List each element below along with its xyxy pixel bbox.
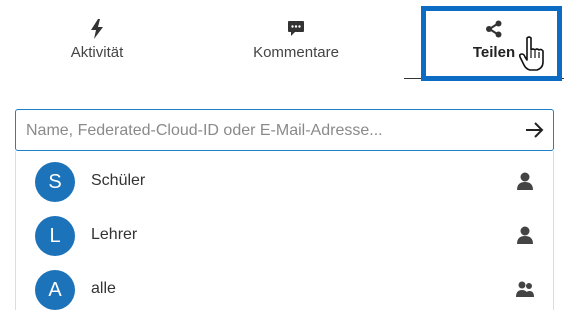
tab-activity[interactable]: Aktivität <box>57 18 137 61</box>
list-item-name: Lehrer <box>91 226 138 243</box>
group-icon <box>516 281 534 297</box>
list-item-name: alle <box>91 280 116 297</box>
share-search-field <box>15 109 554 152</box>
list-item[interactable]: S Schüler <box>16 154 553 208</box>
tab-comments[interactable]: Kommentare <box>237 18 355 61</box>
list-item[interactable]: L Lehrer <box>16 208 553 262</box>
lightning-icon <box>91 19 103 39</box>
tab-comments-label: Kommentare <box>253 44 339 61</box>
list-item[interactable]: A alle <box>16 262 553 316</box>
search-input[interactable] <box>24 110 518 152</box>
sidebar-tabs: Aktivität Kommentare Teilen <box>0 0 573 90</box>
arrow-right-icon[interactable] <box>524 120 544 140</box>
list-item-name: Schüler <box>91 172 146 189</box>
autocomplete-list: S Schüler L Lehrer A alle <box>15 151 554 310</box>
avatar: A <box>35 270 75 310</box>
comment-icon <box>288 21 304 36</box>
hand-cursor-icon <box>518 36 544 71</box>
user-icon <box>517 226 533 244</box>
avatar: L <box>35 216 75 256</box>
tab-activity-label: Aktivität <box>70 44 124 61</box>
avatar: S <box>35 162 75 202</box>
user-icon <box>517 172 533 190</box>
